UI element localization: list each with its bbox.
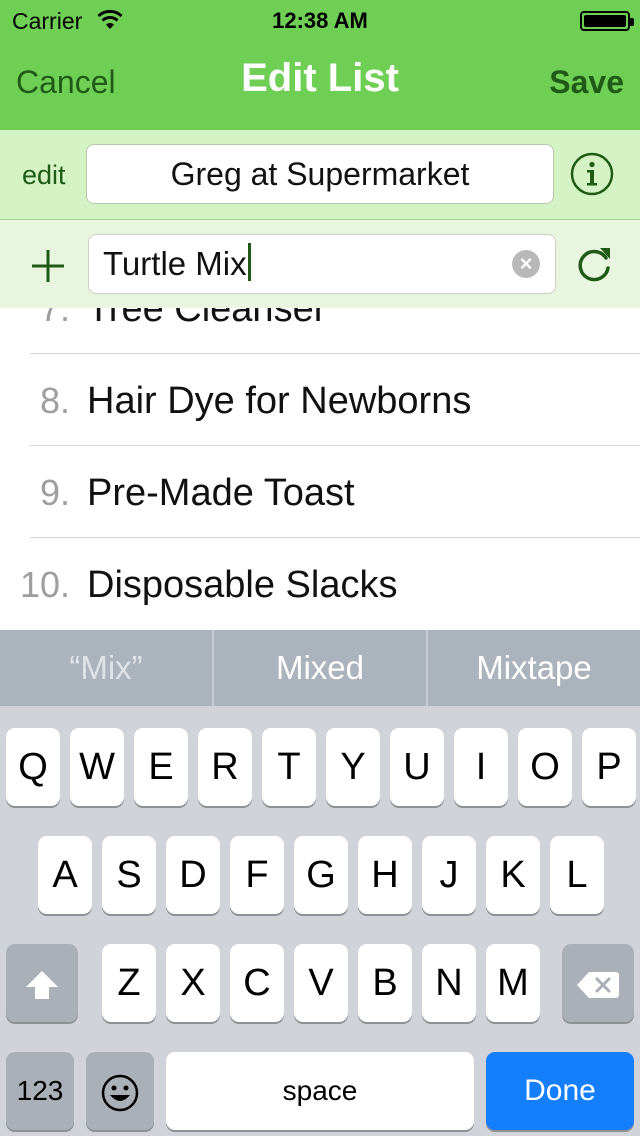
key-z[interactable]: Z (102, 944, 156, 1022)
key-d[interactable]: D (166, 836, 220, 914)
shopping-list: 7. Tree Cleanser 8. Hair Dye for Newborn… (0, 308, 640, 630)
edit-list-name-row: edit Greg at Supermarket (0, 130, 640, 220)
key-q[interactable]: Q (6, 728, 60, 806)
key-b[interactable]: B (358, 944, 412, 1022)
page-title: Edit List (241, 56, 399, 100)
suggestion-original[interactable]: “Mix” (0, 630, 212, 706)
nav-header: Carrier 12:38 AM Cancel Edit List Save (0, 0, 640, 130)
key-x[interactable]: X (166, 944, 220, 1022)
numbers-key[interactable]: 123 (6, 1052, 74, 1130)
key-t[interactable]: T (262, 728, 316, 806)
key-s[interactable]: S (102, 836, 156, 914)
shift-key[interactable] (6, 944, 78, 1022)
item-number: 8. (39, 380, 70, 421)
key-a[interactable]: A (38, 836, 92, 914)
key-e[interactable]: E (134, 728, 188, 806)
emoji-icon (101, 1074, 139, 1112)
backspace-icon (577, 971, 619, 998)
key-m[interactable]: M (486, 944, 540, 1022)
add-item-input[interactable]: Turtle Mix (88, 234, 556, 294)
keyboard: Q W E R T Y U I O P A S D F G H J K L Z … (0, 706, 640, 1136)
autocorrect-suggestion-bar: “Mix” Mixed Mixtape (0, 630, 640, 706)
plus-icon[interactable] (30, 248, 66, 289)
item-number: 7. (39, 308, 70, 329)
list-item[interactable]: 8. Hair Dye for Newborns (30, 354, 640, 446)
refresh-icon[interactable] (574, 242, 616, 291)
battery-icon (580, 11, 634, 31)
save-button[interactable]: Save (549, 64, 624, 101)
item-text: Disposable Slacks (87, 564, 398, 606)
list-name-field[interactable]: Greg at Supermarket (86, 144, 554, 204)
item-text: Pre-Made Toast (87, 472, 355, 514)
key-f[interactable]: F (230, 836, 284, 914)
key-u[interactable]: U (390, 728, 444, 806)
status-bar: Carrier 12:38 AM (0, 0, 640, 40)
suggestion-2[interactable]: Mixed (214, 630, 426, 706)
key-o[interactable]: O (518, 728, 572, 806)
item-number: 10. (19, 564, 70, 605)
emoji-key[interactable] (86, 1052, 154, 1130)
done-key[interactable]: Done (486, 1052, 634, 1130)
space-key[interactable]: space (166, 1052, 474, 1130)
key-w[interactable]: W (70, 728, 124, 806)
key-v[interactable]: V (294, 944, 348, 1022)
list-item[interactable]: 9. Pre-Made Toast (30, 446, 640, 538)
clear-input-icon[interactable]: × (512, 250, 540, 278)
item-text: Tree Cleanser (87, 308, 327, 330)
info-icon[interactable] (570, 152, 614, 201)
key-g[interactable]: G (294, 836, 348, 914)
delete-key[interactable] (562, 944, 634, 1022)
key-n[interactable]: N (422, 944, 476, 1022)
add-item-row: Turtle Mix × (0, 220, 640, 308)
list-item[interactable]: 10. Disposable Slacks (0, 538, 640, 630)
key-l[interactable]: L (550, 836, 604, 914)
key-p[interactable]: P (582, 728, 636, 806)
key-i[interactable]: I (454, 728, 508, 806)
status-time: 12:38 AM (272, 8, 368, 33)
text-cursor (247, 243, 251, 281)
key-y[interactable]: Y (326, 728, 380, 806)
item-number: 9. (39, 472, 70, 513)
key-j[interactable]: J (422, 836, 476, 914)
item-text: Hair Dye for Newborns (87, 380, 472, 422)
key-k[interactable]: K (486, 836, 540, 914)
list-item[interactable]: 7. Tree Cleanser (30, 308, 640, 354)
key-c[interactable]: C (230, 944, 284, 1022)
add-item-input-value: Turtle Mix (103, 245, 247, 282)
key-h[interactable]: H (358, 836, 412, 914)
edit-label: edit (22, 160, 66, 190)
suggestion-3[interactable]: Mixtape (428, 630, 640, 706)
key-r[interactable]: R (198, 728, 252, 806)
shift-icon (26, 970, 58, 999)
